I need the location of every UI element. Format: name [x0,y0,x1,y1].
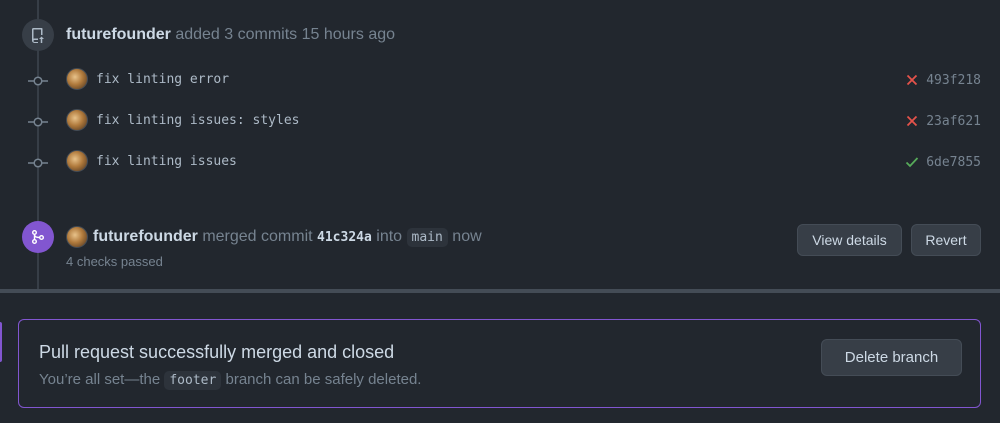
x-icon[interactable] [904,72,920,88]
push-author-link[interactable]: futurefounder [66,26,171,43]
merge-into: into [376,228,403,245]
commit-sha-link[interactable]: 23af621 [926,114,981,129]
revert-button[interactable]: Revert [911,224,981,256]
head-branch-chip[interactable]: footer [164,371,222,390]
delete-branch-button[interactable]: Delete branch [821,339,962,376]
base-branch-chip[interactable]: main [406,228,448,247]
merged-box-pointer [0,322,2,362]
merged-status-box: Pull request successfully merged and clo… [18,319,981,408]
merged-sub-suffix: branch can be safely deleted. [225,371,422,388]
commit-message-link[interactable]: fix linting issues: styles [96,113,300,128]
git-commit-icon [28,158,48,168]
repo-push-icon [32,28,44,43]
commit-sha-link[interactable]: 493f218 [926,73,981,88]
commit-status: 23af621 [904,113,981,129]
checks-passed[interactable]: 4 checks passed [66,254,163,269]
merge-badge [22,221,54,253]
commit-message-link[interactable]: fix linting issues [96,154,237,169]
git-merge-icon [32,230,44,244]
push-event-text: futurefounder added 3 commits 15 hours a… [66,25,395,45]
merge-event-text: futurefounder merged commit 41c324a into… [93,227,482,248]
check-icon[interactable] [904,154,920,170]
git-commit-icon [28,117,48,127]
x-icon[interactable] [904,113,920,129]
git-commit-icon [28,76,48,86]
commit-row: fix linting issues: styles 23af621 [0,109,1000,135]
view-details-button[interactable]: View details [797,224,902,256]
commit-author-avatar[interactable] [66,68,88,90]
push-badge [22,19,54,51]
merge-verb: merged commit [202,228,313,245]
commit-message-link[interactable]: fix linting error [96,72,229,87]
commit-row: fix linting issues 6de7855 [0,150,1000,176]
merged-title: Pull request successfully merged and clo… [39,342,395,362]
merge-author-avatar[interactable] [66,226,88,248]
commit-author-avatar[interactable] [66,109,88,131]
merge-commit-sha[interactable]: 41c324a [317,230,372,245]
commit-row: fix linting error 493f218 [0,68,1000,94]
push-action: added 3 commits 15 hours ago [175,26,396,43]
commit-status: 493f218 [904,72,981,88]
merge-time: now [452,228,482,245]
timeline-divider [0,289,1000,293]
commit-status: 6de7855 [904,154,981,170]
merged-sub-prefix: You’re all set—the [39,371,161,388]
commit-author-avatar[interactable] [66,150,88,172]
commit-sha-link[interactable]: 6de7855 [926,155,981,170]
merged-subtitle: You’re all set—the footer branch can be … [39,371,422,390]
merge-author-link[interactable]: futurefounder [93,228,198,245]
